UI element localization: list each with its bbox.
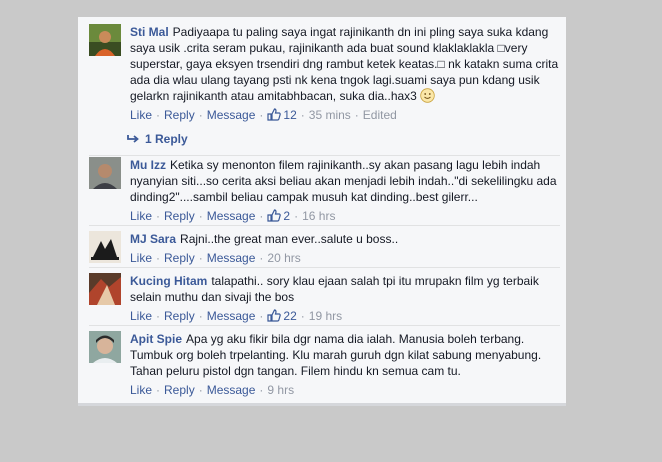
reply-arrow-icon [127, 132, 139, 143]
like-count[interactable]: 2 [283, 209, 290, 223]
comment-text: Apa yg aku fikir bila dgr nama dia ialah… [130, 332, 542, 378]
comment-body: Apit Spie Apa yg aku fikir bila dgr nama … [130, 331, 560, 379]
edited-label[interactable]: Edited [363, 108, 397, 122]
like-link[interactable]: Like [130, 383, 152, 397]
avatar-image [89, 24, 121, 56]
reply-link[interactable]: Reply [164, 108, 195, 122]
smile-emoji-icon [420, 88, 435, 103]
message-link[interactable]: Message [207, 209, 256, 223]
view-replies-link[interactable]: 1 Reply [127, 131, 188, 147]
comment-actions: Like · Reply · Message · 12 · 35 mins · Edited [130, 108, 397, 122]
like-link[interactable]: Like [130, 309, 152, 323]
comment-body: Kucing Hitam talapathi.. sory klau ejaan … [130, 273, 560, 305]
message-link[interactable]: Message [207, 309, 256, 323]
commenter-name[interactable]: Apit Spie [130, 332, 182, 346]
comments-panel: Sti Mal Padiyaapa tu paling saya ingat ra… [78, 17, 566, 406]
avatar-image [89, 157, 121, 189]
comment-text: Padiyaapa tu paling saya ingat rajinikan… [130, 25, 559, 103]
divider [89, 225, 560, 226]
reply-link[interactable]: Reply [164, 251, 195, 265]
divider [89, 325, 560, 326]
replies-count: 1 Reply [145, 132, 188, 146]
reply-link[interactable]: Reply [164, 383, 195, 397]
comment-item: Sti Mal Padiyaapa tu paling saya ingat ra… [89, 24, 560, 123]
reply-link[interactable]: Reply [164, 309, 195, 323]
commenter-name[interactable]: Kucing Hitam [130, 274, 207, 288]
thumbs-up-icon[interactable] [267, 209, 282, 222]
avatar[interactable] [89, 231, 121, 263]
commenter-name[interactable]: Sti Mal [130, 25, 169, 39]
commenter-name[interactable]: Mu Izz [130, 158, 166, 172]
like-link[interactable]: Like [130, 209, 152, 223]
comment-body: Sti Mal Padiyaapa tu paling saya ingat ra… [130, 24, 560, 104]
message-link[interactable]: Message [207, 108, 256, 122]
message-link[interactable]: Message [207, 383, 256, 397]
like-link[interactable]: Like [130, 108, 152, 122]
divider [89, 267, 560, 268]
avatar[interactable] [89, 24, 121, 56]
reply-link[interactable]: Reply [164, 209, 195, 223]
comment-text: Rajni..the great man ever..salute u boss… [180, 232, 399, 246]
comment-body: Mu Izz Ketika sy menonton filem rajinikan… [130, 157, 560, 205]
message-link[interactable]: Message [207, 251, 256, 265]
avatar-image [89, 231, 121, 263]
avatar[interactable] [89, 157, 121, 189]
comment-item: Apit Spie Apa yg aku fikir bila dgr nama … [89, 331, 560, 398]
timestamp[interactable]: 19 hrs [309, 309, 342, 323]
timestamp[interactable]: 16 hrs [302, 209, 335, 223]
comment-item: MJ Sara Rajni..the great man ever..salute… [89, 231, 560, 266]
comment-body: MJ Sara Rajni..the great man ever..salute… [130, 231, 560, 247]
comment-item: Mu Izz Ketika sy menonton filem rajinikan… [89, 157, 560, 224]
comment-actions: Like · Reply · Message · 9 hrs [130, 383, 295, 397]
timestamp[interactable]: 9 hrs [267, 383, 294, 397]
comment-actions: Like · Reply · Message · 20 hrs [130, 251, 301, 265]
comment-actions: Like · Reply · Message · 2 · 16 hrs [130, 209, 336, 223]
avatar[interactable] [89, 331, 121, 363]
thumbs-up-icon[interactable] [267, 309, 282, 322]
like-link[interactable]: Like [130, 251, 152, 265]
comment-actions: Like · Reply · Message · 22 · 19 hrs [130, 309, 343, 323]
commenter-name[interactable]: MJ Sara [130, 232, 176, 246]
avatar-image [89, 331, 121, 363]
avatar[interactable] [89, 273, 121, 305]
comment-item: Kucing Hitam talapathi.. sory klau ejaan … [89, 273, 560, 324]
like-count[interactable]: 12 [283, 108, 296, 122]
avatar-image [89, 273, 121, 305]
comment-text: Ketika sy menonton filem rajinikanth..sy… [130, 158, 557, 204]
timestamp[interactable]: 20 hrs [267, 251, 300, 265]
thumbs-up-icon[interactable] [267, 108, 282, 121]
divider [89, 155, 560, 156]
timestamp[interactable]: 35 mins [309, 108, 351, 122]
like-count[interactable]: 22 [283, 309, 296, 323]
